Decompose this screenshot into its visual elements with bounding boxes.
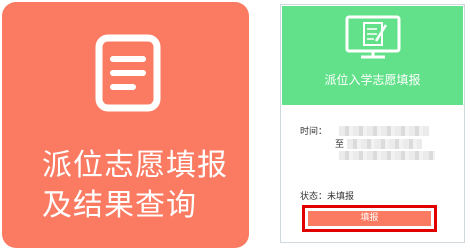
tile-title: 派位志愿填报 及结果查询 [42, 146, 242, 226]
time-label: 时间： [300, 127, 328, 137]
redacted-time-middle [347, 139, 422, 149]
to-label: 至 [335, 140, 345, 150]
document-icon [95, 34, 161, 112]
tile-title-line-1: 派位志愿填报 [42, 148, 228, 183]
fill-button[interactable]: 填报 [308, 211, 431, 226]
tile-title-line-2: 及结果查询 [42, 188, 197, 223]
volunteer-filing-tile[interactable]: 派位志愿填报 及结果查询 [1, 1, 252, 249]
panel-header: 派位入学志愿填报 [282, 6, 463, 105]
redacted-time-start [339, 126, 429, 136]
redacted-time-end [339, 151, 435, 160]
status-label: 状态：未填报 [300, 192, 355, 202]
volunteer-filing-card[interactable]: 派位志愿填报 及结果查询 [2, 2, 249, 248]
filing-panel: 派位入学志愿填报 时间： 至 状态：未填报 填报 [280, 4, 465, 243]
panel-title: 派位入学志愿填报 [324, 73, 421, 87]
tablet-pen-icon [345, 15, 401, 59]
fill-button-highlight: 填报 [302, 205, 437, 232]
